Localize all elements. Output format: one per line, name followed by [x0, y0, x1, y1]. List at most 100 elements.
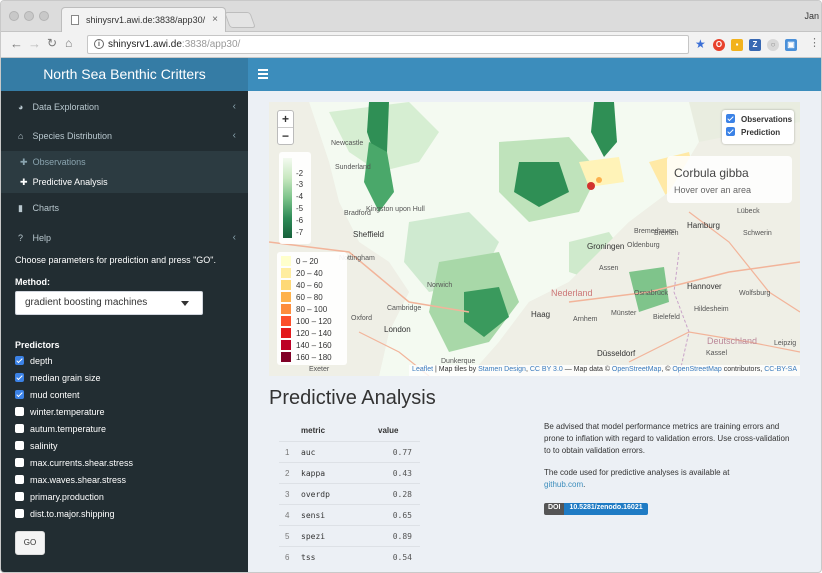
map-place-label: Sheffield — [353, 230, 384, 239]
code-availability-note: The code used for predictive analyses is… — [544, 468, 730, 489]
checkbox[interactable] — [15, 492, 24, 501]
checkbox[interactable] — [15, 407, 24, 416]
method-select-value: gradient boosting machines — [25, 297, 148, 308]
map-place-label: Newcastle — [331, 140, 364, 147]
opera-extension-icon[interactable]: O — [713, 39, 725, 51]
map-place-label: Bielefeld — [653, 314, 680, 321]
layer-toggle-prediction[interactable]: Prediction — [726, 127, 794, 140]
map-place-label: Assen — [599, 265, 619, 272]
plus-icon: ✚ — [20, 177, 28, 187]
cc-by-link[interactable]: CC BY 3.0 — [530, 366, 563, 373]
checkbox[interactable] — [15, 390, 24, 399]
predictor-checkbox-winter-temperature[interactable]: winter.temperature — [15, 407, 105, 421]
predictor-checkbox-salinity[interactable]: salinity — [15, 441, 58, 455]
doi-badge-key: DOI — [544, 503, 565, 515]
column-header-value: value — [378, 426, 399, 435]
legend-entry: 140 – 160 — [281, 340, 332, 351]
blue-extension-icon[interactable]: ▣ — [785, 39, 797, 51]
minimize-window-button[interactable] — [24, 11, 34, 21]
checkbox[interactable] — [15, 424, 24, 433]
hover-hint: Hover over an area — [674, 185, 752, 195]
home-icon[interactable]: ⌂ — [65, 36, 72, 50]
sidebar-item-charts[interactable]: ▮ Charts — [1, 194, 248, 222]
url-field[interactable]: i shinysrv1.awi.de:3838/app30/ — [87, 35, 689, 54]
checkbox[interactable] — [15, 509, 24, 518]
osm-contributors-link[interactable]: OpenStreetMap — [672, 366, 721, 373]
grey-extension-icon[interactable]: ○ — [767, 39, 779, 51]
leaflet-link[interactable]: Leaflet — [412, 366, 433, 373]
page-title: Predictive Analysis — [269, 387, 436, 409]
github-link[interactable]: github.com — [544, 480, 583, 489]
legend-swatch — [281, 268, 291, 278]
new-tab-button[interactable] — [224, 12, 256, 28]
legend-entry: 120 – 140 — [281, 328, 332, 339]
close-window-button[interactable] — [9, 11, 19, 21]
species-distribution-submenu: ✚ Observations ✚ Predictive Analysis — [1, 151, 248, 193]
go-button[interactable]: GO — [15, 531, 45, 555]
leaflet-map[interactable]: Newcastle Sunderland Bradford Kingston u… — [269, 102, 800, 376]
browser-menu-icon[interactable]: ⋮ — [809, 36, 820, 49]
table-row: 6 tss 0.54 — [279, 546, 420, 567]
predictor-checkbox-median-grain-size[interactable]: median grain size — [15, 373, 101, 387]
checkbox[interactable] — [726, 127, 735, 136]
tab-strip: shinysrv1.awi.de:3838/app30/ × Jan — [1, 1, 821, 32]
folder-extension-icon[interactable]: ▪ — [731, 39, 743, 51]
sidebar-item-label: Help — [32, 233, 52, 243]
tab-close-icon[interactable]: × — [212, 14, 218, 25]
browser-tab[interactable]: shinysrv1.awi.de:3838/app30/ × — [61, 7, 226, 32]
back-arrow-icon[interactable]: ← — [10, 36, 23, 51]
sidebar-item-label: Data Exploration — [32, 102, 100, 112]
map-place-label: Kassel — [706, 350, 728, 357]
predictor-checkbox-depth[interactable]: depth — [15, 356, 53, 370]
column-header-metric: metric — [301, 426, 326, 435]
legend-entry: 20 – 40 — [281, 268, 323, 279]
chevron-left-icon: ‹ — [232, 101, 236, 112]
sidebar-subitem-predictive-analysis[interactable]: ✚ Predictive Analysis — [20, 177, 108, 188]
profile-name[interactable]: Jan — [804, 11, 819, 21]
checkbox[interactable] — [15, 373, 24, 382]
sidebar-item-data-exploration[interactable]: ◕ Data Exploration ‹ — [1, 93, 248, 121]
sidebar-subitem-observations[interactable]: ✚ Observations — [20, 157, 86, 168]
predictor-checkbox-max-waves-shear-stress[interactable]: max.waves.shear.stress — [15, 475, 126, 489]
checkbox[interactable] — [15, 475, 24, 484]
depth-tick: -6 — [296, 216, 304, 225]
zoom-out-button[interactable]: − — [278, 128, 293, 145]
layer-toggle-observations[interactable]: Observations — [726, 114, 794, 127]
reload-icon[interactable]: ↻ — [47, 36, 57, 50]
stamen-link[interactable]: Stamen Design — [478, 366, 526, 373]
bookmark-star-icon[interactable]: ★ — [695, 37, 706, 51]
checkbox[interactable] — [15, 356, 24, 365]
legend-swatch — [281, 292, 291, 302]
cc-by-sa-link[interactable]: CC-BY-SA — [764, 366, 797, 373]
predictor-checkbox-autum-temperature[interactable]: autum.temperature — [15, 424, 106, 438]
top-navbar — [248, 58, 821, 91]
map-place-label: Bremerhaven — [634, 228, 677, 235]
method-select[interactable]: gradient boosting machines — [15, 291, 203, 315]
zoom-control: + − — [277, 110, 294, 145]
table-row: 3 overdp 0.28 — [279, 483, 420, 504]
maximize-window-button[interactable] — [39, 11, 49, 21]
osm-link[interactable]: OpenStreetMap — [612, 366, 661, 373]
checkbox[interactable] — [726, 114, 735, 123]
metrics-disclaimer: Be advised that model performance metric… — [544, 422, 790, 455]
checkbox[interactable] — [15, 458, 24, 467]
zoom-in-button[interactable]: + — [278, 111, 293, 128]
predictor-checkbox-max-currents-shear-stress[interactable]: max.currents.shear.stress — [15, 458, 133, 472]
info-icon[interactable]: i — [94, 39, 104, 49]
map-place-label: Hamburg — [687, 221, 720, 230]
predictor-checkbox-primary-production[interactable]: primary.production — [15, 492, 104, 506]
predictor-checkbox-mud-content[interactable]: mud content — [15, 390, 80, 404]
map-attribution: Leaflet | Map tiles by Stamen Design, CC… — [409, 365, 800, 376]
predictor-checkbox-dist-to-major-shipping[interactable]: dist.to.major.shipping — [15, 509, 115, 523]
z-extension-icon[interactable]: Z — [749, 39, 761, 51]
map-place-label: Oxford — [351, 315, 373, 322]
doi-badge[interactable]: DOI 10.5281/zenodo.16021 — [544, 503, 648, 515]
sidebar-item-help[interactable]: ? Help ‹ — [1, 224, 248, 252]
question-icon: ? — [18, 233, 24, 243]
sidebar-toggle-icon[interactable] — [258, 69, 268, 81]
sidebar-item-species-distribution[interactable]: ⌂ Species Distribution ‹ — [1, 122, 248, 150]
map-place-label: Norwich — [427, 282, 453, 289]
checkbox[interactable] — [15, 441, 24, 450]
forward-arrow-icon[interactable]: → — [28, 36, 41, 51]
legend-entry: 60 – 80 — [281, 292, 323, 303]
